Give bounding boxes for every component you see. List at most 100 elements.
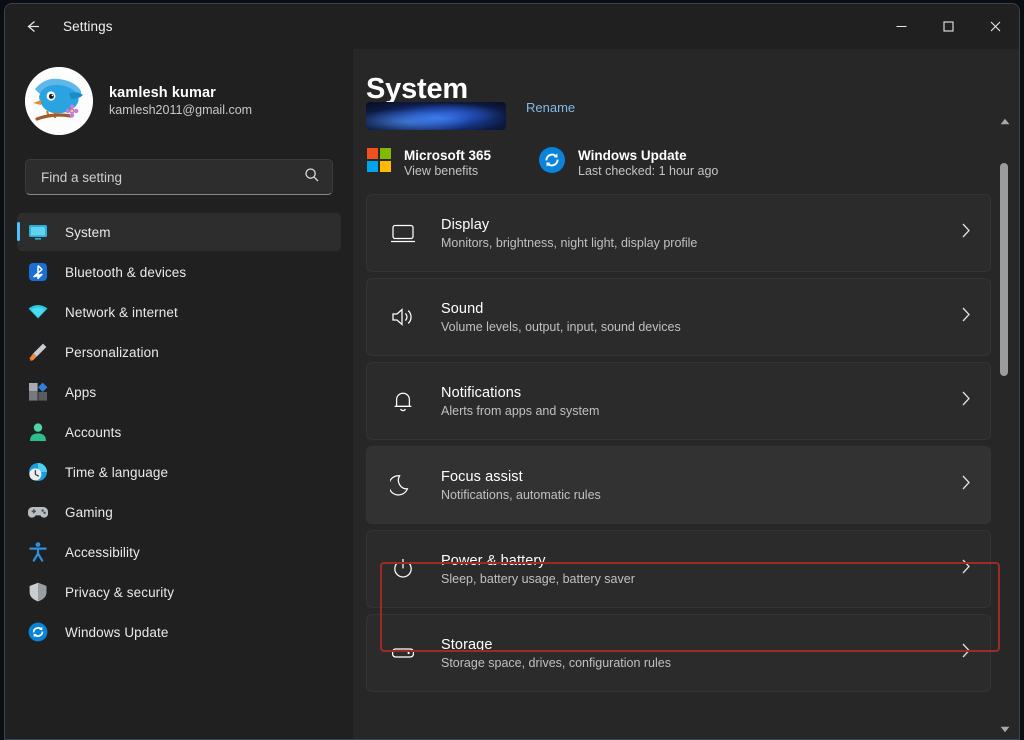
- maximize-button[interactable]: [925, 4, 972, 49]
- quick-link-sub: Last checked: 1 hour ago: [578, 164, 718, 178]
- paintbrush-icon: [27, 341, 49, 363]
- quick-links: Microsoft 365 View benefits: [366, 146, 718, 179]
- account-text: kamlesh kumar kamlesh2011@gmail.com: [109, 85, 252, 117]
- avatar: [25, 67, 93, 135]
- search-input[interactable]: [41, 170, 304, 185]
- quick-link-title: Microsoft 365: [404, 148, 491, 163]
- windows-update-icon: [538, 146, 566, 179]
- chevron-right-icon: [959, 474, 972, 496]
- quick-link-text: Microsoft 365 View benefits: [404, 148, 491, 178]
- sidebar-item-label: Gaming: [65, 505, 113, 520]
- settings-card-title: Focus assist: [441, 469, 935, 485]
- scrollbar-track[interactable]: [991, 131, 1019, 719]
- bell-icon: [389, 387, 417, 415]
- sidebar-item-network-internet[interactable]: Network & internet: [17, 293, 341, 331]
- sidebar-item-bluetooth-devices[interactable]: Bluetooth & devices: [17, 253, 341, 291]
- window-body: kamlesh kumar kamlesh2011@gmail.com Syst…: [5, 49, 1019, 739]
- sidebar-item-windows-update[interactable]: Windows Update: [17, 613, 341, 651]
- sidebar-nav: System Bluetooth & devices Network & inter…: [5, 213, 353, 651]
- back-button[interactable]: [15, 11, 49, 43]
- minimize-button[interactable]: [878, 4, 925, 49]
- scroll-down-button[interactable]: [1000, 719, 1010, 739]
- sidebar-item-label: Personalization: [65, 345, 159, 360]
- bird-avatar-icon: [25, 67, 93, 135]
- sidebar: kamlesh kumar kamlesh2011@gmail.com Syst…: [5, 49, 353, 739]
- sidebar-item-gaming[interactable]: Gaming: [17, 493, 341, 531]
- settings-card-list: Display Monitors, brightness, night light…: [353, 180, 991, 692]
- person-icon: [27, 421, 49, 443]
- accessibility-icon: [27, 541, 49, 563]
- quick-link-text: Windows Update Last checked: 1 hour ago: [578, 148, 718, 178]
- wifi-icon: [27, 301, 49, 323]
- sidebar-item-label: Bluetooth & devices: [65, 265, 186, 280]
- scrollbar-thumb[interactable]: [1000, 163, 1008, 376]
- chevron-right-icon: [959, 558, 972, 580]
- settings-card-title: Notifications: [441, 385, 935, 401]
- main-scroll-area: System Rename: [353, 49, 1019, 739]
- settings-card-title: Display: [441, 217, 935, 233]
- power-icon: [389, 555, 417, 583]
- window-controls: [878, 4, 1019, 49]
- window-title: Settings: [63, 19, 113, 34]
- chevron-down-icon: [1000, 726, 1010, 733]
- settings-card-subtitle: Sleep, battery usage, battery saver: [441, 572, 935, 586]
- search-box[interactable]: [25, 159, 333, 195]
- settings-card-text: Display Monitors, brightness, night light…: [441, 217, 935, 250]
- sidebar-item-time-language[interactable]: Time & language: [17, 453, 341, 491]
- settings-card-text: NotificationsAlerts from apps and system: [441, 385, 935, 418]
- rename-link[interactable]: Rename: [526, 100, 575, 115]
- maximize-icon: [942, 20, 955, 33]
- clock-icon: [27, 461, 49, 483]
- settings-card-power-battery[interactable]: Power & batterySleep, battery usage, bat…: [366, 530, 991, 608]
- sidebar-item-label: Accessibility: [65, 545, 140, 560]
- account-name: kamlesh kumar: [109, 85, 252, 101]
- quick-link-sub[interactable]: View benefits: [404, 164, 491, 178]
- main-content: System Rename: [353, 49, 1019, 739]
- back-arrow-icon: [24, 18, 41, 35]
- settings-card-subtitle: Volume levels, output, input, sound devi…: [441, 320, 935, 334]
- update-icon: [27, 621, 49, 643]
- chevron-right-icon: [959, 222, 972, 244]
- settings-card-focus-assist[interactable]: Focus assistNotifications, automatic rul…: [366, 446, 991, 524]
- settings-card-text: Power & batterySleep, battery usage, bat…: [441, 553, 935, 586]
- settings-card-storage[interactable]: StorageStorage space, drives, configurat…: [366, 614, 991, 692]
- sidebar-item-accounts[interactable]: Accounts: [17, 413, 341, 451]
- sidebar-item-apps[interactable]: Apps: [17, 373, 341, 411]
- microsoft-logo-icon: [366, 147, 392, 178]
- settings-card-text: Focus assistNotifications, automatic rul…: [441, 469, 935, 502]
- apps-icon: [27, 381, 49, 403]
- speaker-icon: [389, 303, 417, 331]
- account-email: kamlesh2011@gmail.com: [109, 103, 252, 117]
- sidebar-item-label: Accounts: [65, 425, 121, 440]
- settings-card-title: Storage: [441, 637, 935, 653]
- settings-card-text: Sound Volume levels, output, input, sound…: [441, 301, 935, 334]
- settings-card-notifications[interactable]: NotificationsAlerts from apps and system: [366, 362, 991, 440]
- chevron-up-icon: [1000, 118, 1010, 125]
- sidebar-item-system[interactable]: System: [17, 213, 341, 251]
- settings-card-title: Sound: [441, 301, 935, 317]
- sidebar-item-label: Network & internet: [65, 305, 178, 320]
- quick-link-microsoft-365[interactable]: Microsoft 365 View benefits: [366, 146, 538, 179]
- settings-card-subtitle: Monitors, brightness, night light, displ…: [441, 236, 935, 250]
- scroll-up-button[interactable]: [1000, 111, 1010, 131]
- sidebar-item-label: Windows Update: [65, 625, 168, 640]
- sidebar-item-accessibility[interactable]: Accessibility: [17, 533, 341, 571]
- moon-icon: [389, 471, 417, 499]
- gamepad-icon: [27, 501, 49, 523]
- chevron-right-icon: [959, 306, 972, 328]
- sidebar-item-privacy-security[interactable]: Privacy & security: [17, 573, 341, 611]
- device-summary: Rename: [366, 108, 991, 180]
- close-icon: [989, 20, 1002, 33]
- sidebar-item-label: Privacy & security: [65, 585, 174, 600]
- account-section[interactable]: kamlesh kumar kamlesh2011@gmail.com: [25, 67, 353, 135]
- close-button[interactable]: [972, 4, 1019, 49]
- sidebar-item-personalization[interactable]: Personalization: [17, 333, 341, 371]
- settings-card-display[interactable]: Display Monitors, brightness, night light…: [366, 194, 991, 272]
- vertical-scrollbar[interactable]: [991, 111, 1019, 739]
- bluetooth-icon: [27, 261, 49, 283]
- shield-icon: [27, 581, 49, 603]
- sidebar-item-label: Time & language: [65, 465, 168, 480]
- quick-link-windows-update[interactable]: Windows Update Last checked: 1 hour ago: [538, 146, 718, 179]
- quick-link-title: Windows Update: [578, 148, 718, 163]
- settings-card-sound[interactable]: Sound Volume levels, output, input, sound…: [366, 278, 991, 356]
